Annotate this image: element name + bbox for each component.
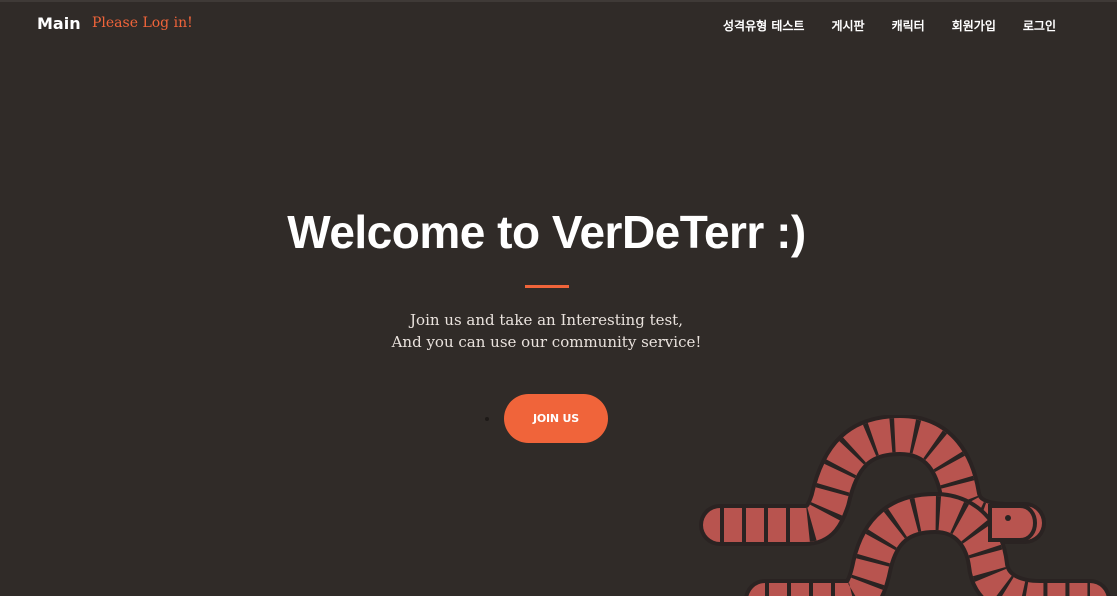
nav-item-board: 게시판 — [831, 17, 864, 35]
nav-item-signup: 회원가입 — [952, 17, 996, 35]
nav-item-personality-test: 성격유형 테스트 — [723, 17, 804, 35]
nav-link-signup[interactable]: 회원가입 — [952, 19, 996, 33]
landing-page: Main Please Log in! 성격유형 테스트 게시판 캐릭터 회원가… — [0, 0, 1117, 596]
nav-link-login[interactable]: 로그인 — [1023, 19, 1056, 33]
nav-link-personality-test[interactable]: 성격유형 테스트 — [723, 19, 804, 33]
hero-subtitle-line-1: Join us and take an Interesting test, — [410, 311, 683, 329]
navbar: Main Please Log in! 성격유형 테스트 게시판 캐릭터 회원가… — [0, 0, 1117, 50]
hero-divider — [525, 285, 569, 288]
nav-item-character: 캐릭터 — [892, 17, 925, 35]
nav-link-character[interactable]: 캐릭터 — [892, 19, 925, 33]
nav-item-login: 로그인 — [1023, 17, 1056, 35]
cursor-dot — [485, 417, 489, 421]
login-hint: Please Log in! — [92, 15, 193, 31]
brand-link[interactable]: Main — [37, 14, 81, 33]
worms-illustration — [699, 415, 1111, 596]
hero-subtitle: Join us and take an Interesting test, An… — [0, 309, 1093, 353]
nav-menu: 성격유형 테스트 게시판 캐릭터 회원가입 로그인 — [723, 17, 1056, 35]
hero-subtitle-line-2: And you can use our community service! — [391, 333, 702, 351]
nav-link-board[interactable]: 게시판 — [831, 19, 864, 33]
hero-title: Welcome to VerDeTerr :) — [287, 206, 806, 258]
join-us-button[interactable]: JOIN US — [504, 394, 608, 443]
